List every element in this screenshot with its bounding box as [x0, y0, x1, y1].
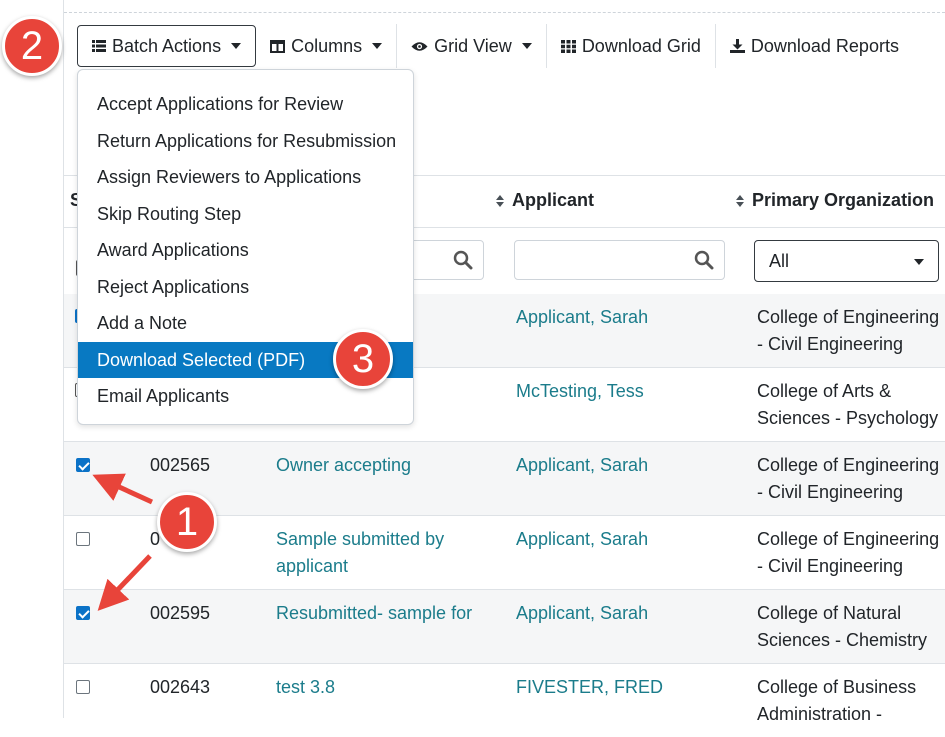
grid-icon [560, 39, 576, 53]
download-icon [729, 39, 745, 53]
row-checkbox[interactable] [76, 458, 90, 472]
organization-cell: College of Business Administration - [757, 677, 917, 724]
table-row: 002643 test 3.8 FIVESTER, FRED College o… [64, 664, 945, 737]
search-icon [694, 250, 714, 275]
title-link[interactable]: Owner accepting [276, 452, 496, 479]
download-grid-button[interactable]: Download Grid [547, 25, 715, 67]
columns-button[interactable]: Columns [256, 25, 396, 67]
annotation-badge-3: 3 [333, 329, 393, 389]
applicant-link[interactable]: Applicant, Sarah [516, 304, 648, 331]
id-cell: 002565 [150, 455, 211, 475]
row-checkbox[interactable] [76, 680, 90, 694]
search-icon [453, 250, 473, 275]
sort-icon [736, 194, 744, 207]
grid-toolbar: Batch Actions Columns Grid View Download… [77, 24, 913, 68]
eye-icon [411, 41, 428, 52]
column-header-label: Primary Organization [752, 190, 935, 210]
grid-view-button[interactable]: Grid View [397, 25, 546, 67]
grid-view-label: Grid View [434, 35, 512, 56]
title-link[interactable]: test 3.8 [276, 674, 496, 701]
menu-item-reject-applications[interactable]: Reject Applications [78, 269, 413, 306]
menu-item-skip-routing-step[interactable]: Skip Routing Step [78, 196, 413, 233]
id-cell: 002643 [150, 677, 211, 697]
chevron-down-icon [914, 259, 924, 265]
organization-cell: College of Natural Sciences - Chemistry [757, 603, 928, 650]
download-reports-label: Download Reports [750, 35, 899, 56]
chevron-down-icon [231, 43, 242, 49]
list-icon [92, 40, 106, 52]
column-header-label: Applicant [512, 190, 595, 210]
table-row: 002595 Resubmitted- sample for Applicant… [64, 590, 945, 664]
top-divider [64, 12, 945, 13]
organization-cell: College of Engineering - Civil Engineeri… [757, 529, 940, 576]
organization-cell: College of Engineering - Civil Engineeri… [757, 455, 940, 502]
row-checkbox[interactable] [76, 532, 90, 546]
menu-item-assign-reviewers[interactable]: Assign Reviewers to Applications [78, 159, 413, 196]
applicant-link[interactable]: Applicant, Sarah [516, 452, 648, 479]
applicant-link[interactable]: Applicant, Sarah [516, 526, 648, 553]
annotation-badge-1: 1 [157, 492, 217, 552]
batch-actions-button[interactable]: Batch Actions [77, 25, 257, 67]
organization-filter-value: All [769, 250, 790, 271]
batch-actions-label: Batch Actions [112, 35, 222, 56]
applicant-link[interactable]: McTesting, Tess [516, 378, 644, 405]
organization-filter-select[interactable]: All [754, 240, 939, 282]
applicant-filter-input[interactable] [514, 240, 725, 280]
id-cell: 002595 [150, 603, 211, 623]
download-grid-label: Download Grid [581, 35, 701, 56]
title-link[interactable]: Resubmitted- sample for [276, 600, 496, 627]
chevron-down-icon [372, 43, 383, 49]
chevron-down-icon [521, 43, 532, 49]
menu-item-return-applications[interactable]: Return Applications for Resubmission [78, 123, 413, 160]
organization-cell: College of Engineering - Civil Engineeri… [757, 307, 940, 354]
download-reports-button[interactable]: Download Reports [716, 25, 913, 67]
applicant-link[interactable]: FIVESTER, FRED [516, 674, 663, 701]
organization-cell: College of Arts & Sciences - Psychology [757, 381, 939, 428]
columns-label: Columns [291, 35, 363, 56]
menu-item-award-applications[interactable]: Award Applications [78, 232, 413, 269]
annotation-badge-2: 2 [2, 16, 62, 76]
columns-icon [270, 39, 286, 53]
column-header-applicant[interactable]: Applicant [496, 190, 594, 211]
applicant-link[interactable]: Applicant, Sarah [516, 600, 648, 627]
row-checkbox[interactable] [76, 606, 90, 620]
column-header-primary-organization[interactable]: Primary Organization [736, 190, 934, 211]
title-link[interactable]: Sample submitted by applicant [276, 526, 496, 580]
sort-icon [496, 194, 504, 207]
menu-item-accept-applications[interactable]: Accept Applications for Review [78, 86, 413, 123]
